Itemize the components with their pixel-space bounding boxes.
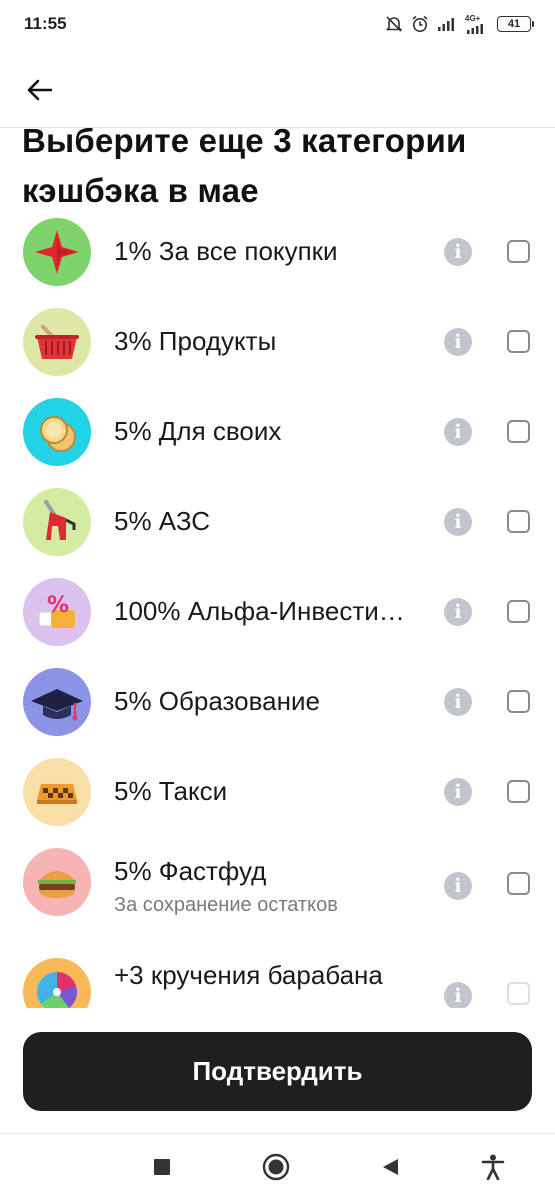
- category-avatar: [23, 398, 91, 466]
- category-checkbox[interactable]: [507, 240, 530, 263]
- category-label: 1% За все покупки: [114, 236, 338, 266]
- category-checkbox[interactable]: [507, 982, 530, 1005]
- status-time: 11:55: [24, 14, 67, 33]
- system-back-button[interactable]: [373, 1152, 407, 1182]
- category-item-for-own[interactable]: 5% Для своих i: [0, 398, 555, 488]
- back-triangle-icon: [383, 1159, 398, 1175]
- category-item-fastfood[interactable]: 5% Фастфуд За сохранение остатков i: [0, 848, 555, 948]
- info-icon[interactable]: i: [444, 328, 472, 356]
- category-checkbox[interactable]: [507, 600, 530, 623]
- burger-icon: [38, 871, 76, 898]
- category-avatar: [23, 308, 91, 376]
- category-sublabel: За сохранение остатков: [114, 894, 338, 916]
- arrow-left-icon: [27, 79, 53, 101]
- category-label: 5% Такси: [114, 776, 228, 806]
- signal-icon: [438, 18, 454, 31]
- battery-icon: 41: [497, 16, 534, 32]
- status-bar: 11:55 4G+ 41: [0, 0, 555, 50]
- wheel-icon: [37, 972, 77, 1008]
- category-avatar: [23, 848, 91, 916]
- category-label: 5% АЗС: [114, 506, 211, 536]
- category-avatar: [23, 958, 91, 1008]
- category-item-groceries[interactable]: 3% Продукты i: [0, 308, 555, 398]
- category-checkbox[interactable]: [507, 872, 530, 895]
- category-label: 5% Для своих: [114, 416, 282, 446]
- system-nav-bar: [0, 1134, 555, 1200]
- info-icon[interactable]: i: [444, 872, 472, 900]
- fuel-nozzle-icon: [44, 500, 76, 540]
- category-checkbox[interactable]: [507, 510, 530, 533]
- info-icon[interactable]: i: [444, 418, 472, 446]
- category-item-gas-station[interactable]: 5% АЗС i: [0, 488, 555, 578]
- category-label: +3 кручения барабана: [114, 960, 383, 990]
- home-button[interactable]: [259, 1152, 293, 1182]
- category-avatar: [23, 758, 91, 826]
- taxi-sign-icon: [37, 784, 77, 804]
- back-button[interactable]: [20, 72, 60, 108]
- category-item-all-purchases[interactable]: 1% За все покупки i: [0, 218, 555, 308]
- category-item-wheel-spins[interactable]: +3 кручения барабана i: [0, 958, 555, 1008]
- scroll-content[interactable]: Выберите еще 3 категории кэшбэка в мае 1…: [0, 128, 555, 1008]
- page-title: Выберите еще 3 категории кэшбэка в мае: [22, 128, 467, 209]
- info-icon[interactable]: i: [444, 688, 472, 716]
- category-checkbox[interactable]: [507, 780, 530, 803]
- bottom-action-area: Подтвердить: [0, 1008, 555, 1134]
- alarm-icon: [412, 15, 428, 32]
- info-icon[interactable]: i: [444, 982, 472, 1008]
- info-icon[interactable]: i: [444, 778, 472, 806]
- category-checkbox[interactable]: [507, 420, 530, 443]
- category-item-alfa-invest[interactable]: % 100% Альфа-Инвестиции i: [0, 578, 555, 668]
- category-checkbox[interactable]: [507, 690, 530, 713]
- percent-ticket-icon: %: [38, 593, 75, 628]
- red-star-icon: [35, 230, 79, 274]
- category-item-education[interactable]: 5% Образование i: [0, 668, 555, 758]
- category-item-taxi[interactable]: 5% Такси i: [0, 758, 555, 848]
- category-avatar: [23, 218, 91, 286]
- category-checkbox[interactable]: [507, 330, 530, 353]
- graduation-cap-icon: [31, 689, 83, 721]
- info-icon[interactable]: i: [444, 598, 472, 626]
- category-label: 5% Образование: [114, 686, 320, 716]
- svg-text:%: %: [47, 593, 69, 618]
- confirm-button[interactable]: Подтвердить: [23, 1032, 532, 1111]
- category-label: 5% Фастфуд: [114, 856, 267, 886]
- status-icons: 4G+ 41: [385, 12, 534, 36]
- accessibility-icon: [481, 1154, 505, 1180]
- app-bar: [0, 50, 555, 128]
- mute-bell-icon: [385, 16, 403, 32]
- signal-4g-icon: 4G+: [465, 13, 489, 34]
- info-icon[interactable]: i: [444, 238, 472, 266]
- info-icon[interactable]: i: [444, 508, 472, 536]
- category-label: 3% Продукты: [114, 326, 277, 356]
- category-avatar: [23, 488, 91, 556]
- network-label: 4G+: [465, 13, 481, 23]
- coins-icon: [40, 416, 76, 452]
- square-icon: [154, 1159, 170, 1175]
- recents-button[interactable]: [145, 1152, 179, 1182]
- category-avatar: %: [23, 578, 91, 646]
- accessibility-button[interactable]: [476, 1152, 510, 1182]
- home-circle-icon: [262, 1153, 290, 1181]
- category-label: 100% Альфа-Инвестиции: [114, 596, 419, 626]
- category-avatar: [23, 668, 91, 736]
- basket-icon: [35, 325, 79, 359]
